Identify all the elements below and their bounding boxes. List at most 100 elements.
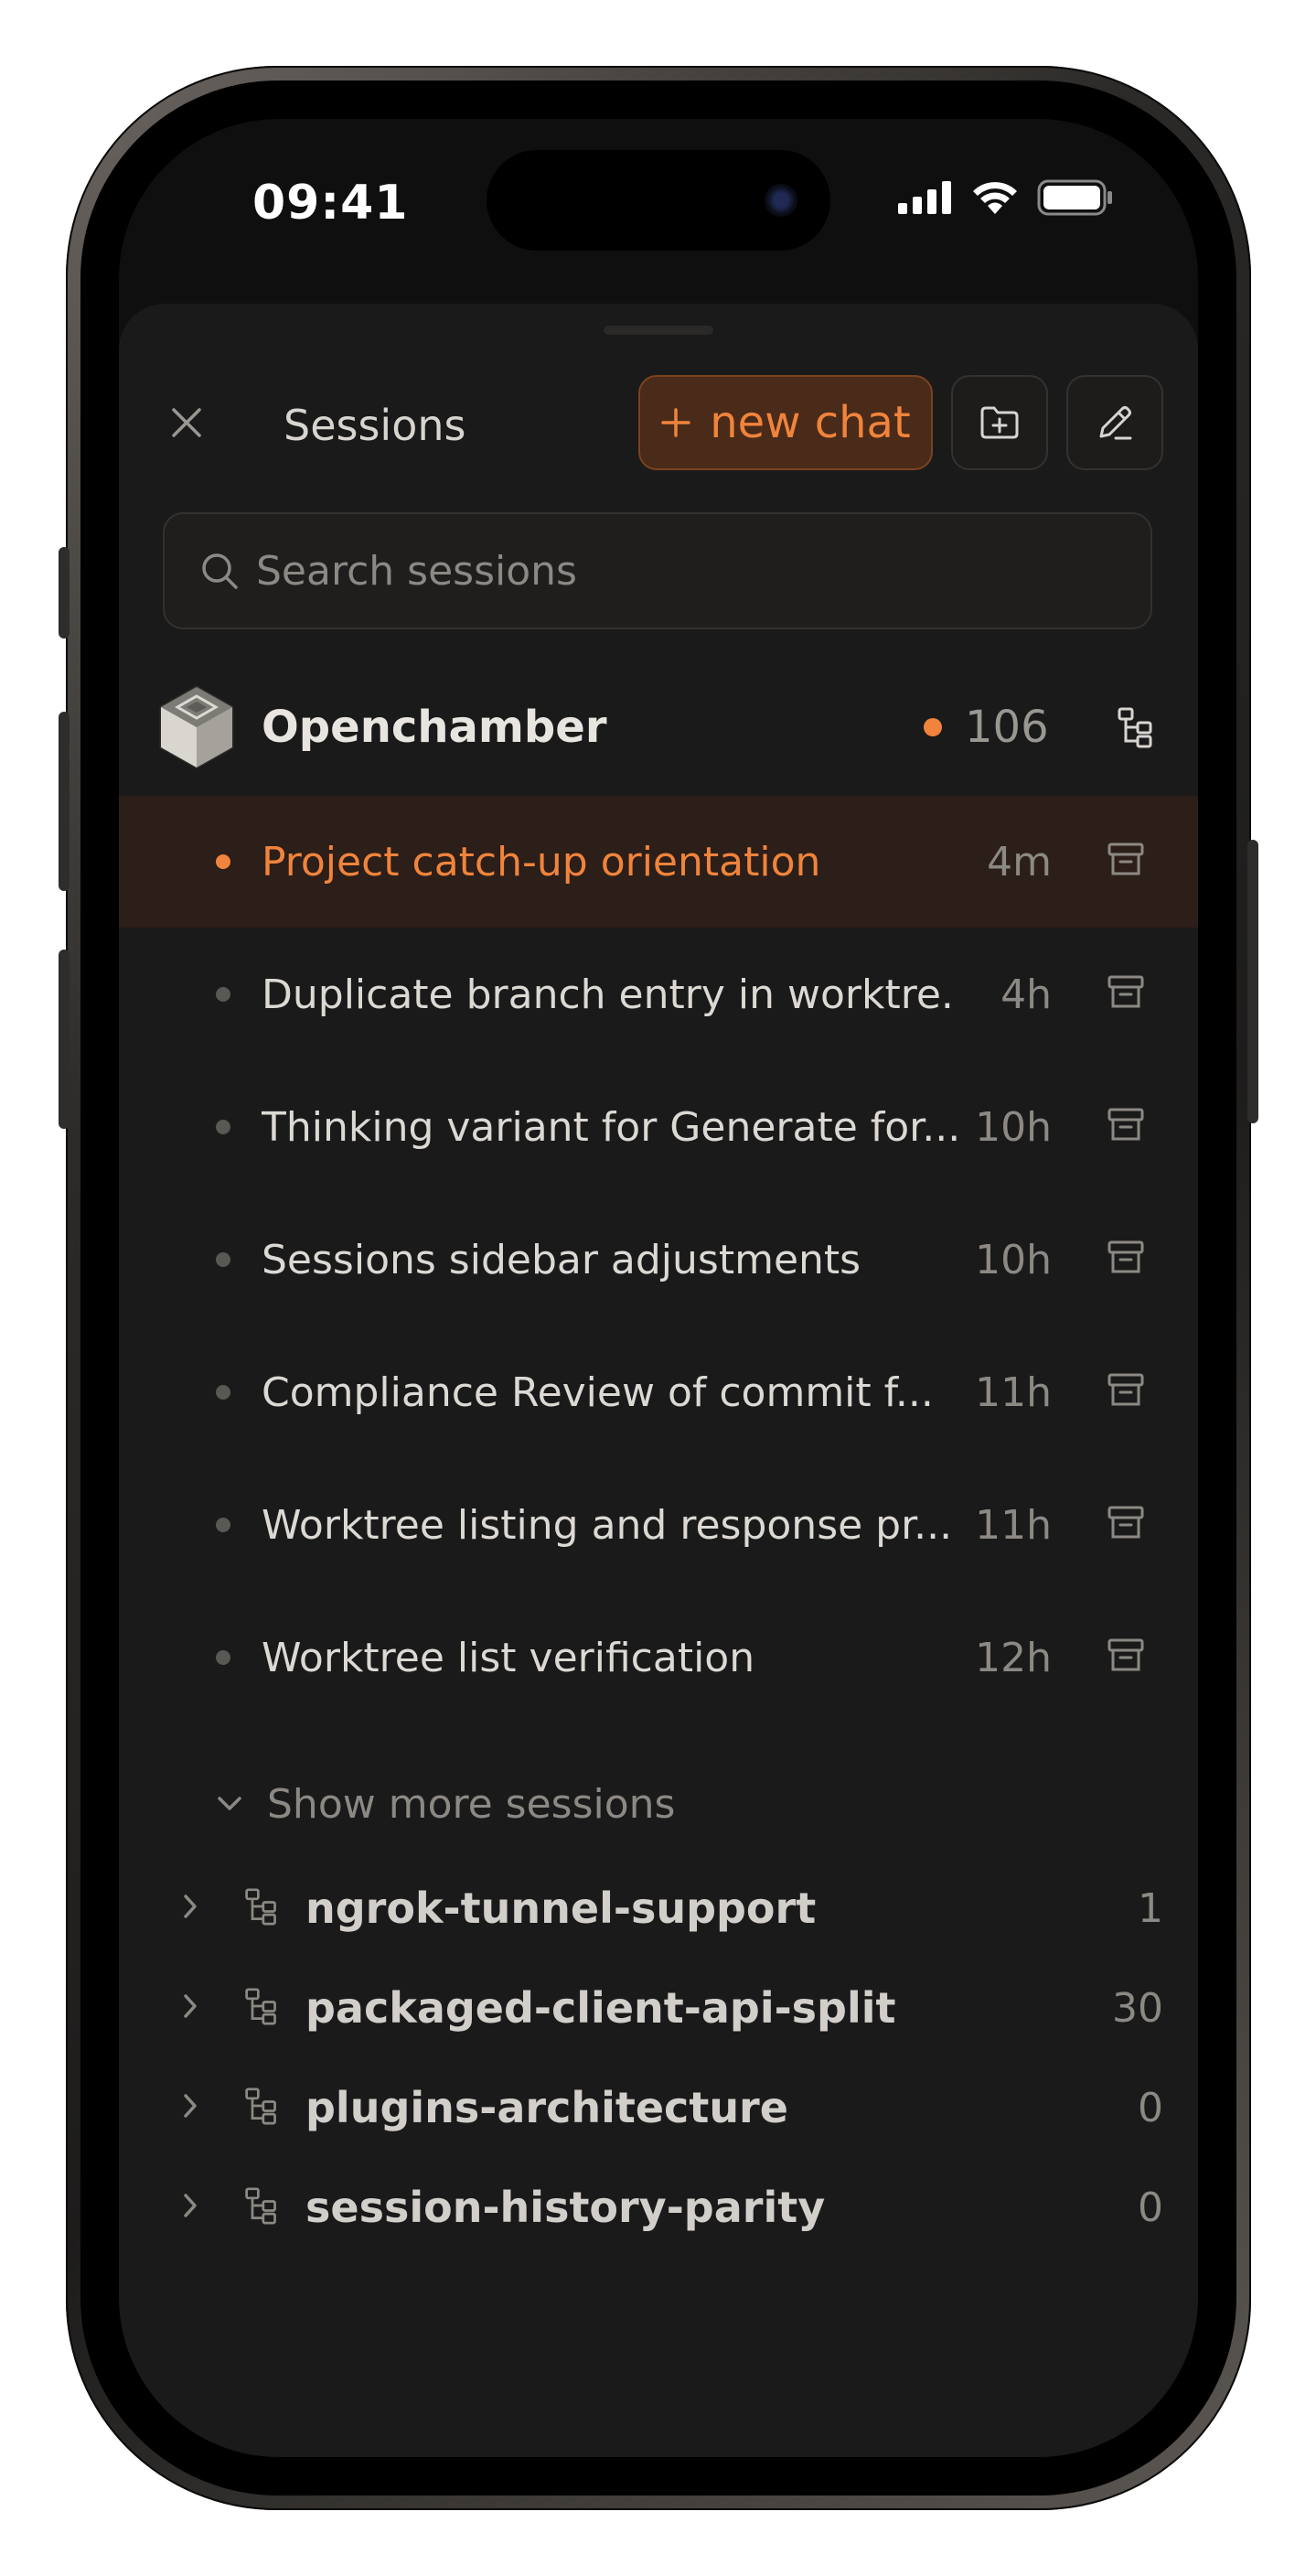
worktree-icon (245, 2187, 276, 2225)
worktree-icon-wrap (243, 1887, 280, 1929)
session-title: Compliance Review of commit f... (262, 1368, 934, 1416)
session-title: Thinking variant for Generate for... (262, 1103, 957, 1151)
session-row[interactable]: Duplicate branch entry in worktre... 4h (119, 928, 1198, 1060)
archive-icon (1107, 1108, 1144, 1141)
worktree-row[interactable]: ngrok-tunnel-support 1 (119, 1859, 1198, 1958)
expand-toggle[interactable] (181, 1893, 199, 1924)
expand-toggle[interactable] (181, 2192, 199, 2223)
session-time: 10h (975, 1236, 1052, 1283)
worktree-icon (245, 1888, 276, 1926)
chevron-right-icon (184, 1894, 197, 1918)
close-icon (172, 408, 201, 437)
session-status-dot (216, 1252, 230, 1267)
plus-icon (661, 408, 690, 437)
session-time: 11h (975, 1368, 1052, 1416)
session-time: 10h (975, 1103, 1052, 1151)
close-button[interactable] (159, 395, 214, 450)
archive-icon (1107, 1240, 1144, 1273)
worktree-icon (245, 1988, 276, 2025)
session-row[interactable]: Project catch-up orientation 4m (119, 796, 1198, 928)
session-time: 4h (1000, 971, 1052, 1018)
worktree-session-count: 30 (1112, 1984, 1163, 2032)
folder-plus-icon (980, 406, 1019, 439)
project-cube-icon (159, 685, 234, 769)
worktree-row[interactable]: plugins-architecture 0 (119, 2058, 1198, 2157)
worktree-session-count: 0 (1138, 2084, 1163, 2131)
session-row[interactable]: Thinking variant for Generate for... 10h (119, 1061, 1198, 1193)
session-row[interactable]: Compliance Review of commit f... 11h (119, 1326, 1198, 1458)
session-time: 12h (975, 1634, 1052, 1681)
session-row[interactable]: Sessions sidebar adjustments 10h (119, 1194, 1198, 1326)
archive-icon (1107, 1506, 1144, 1539)
session-status-dot (216, 854, 230, 869)
show-more-sessions-button[interactable]: Show more sessions (216, 1767, 675, 1841)
show-more-label: Show more sessions (267, 1780, 676, 1828)
session-status-dot (216, 987, 230, 1002)
phone-screen: 09:41 Sessions new chat Search sessions … (119, 119, 1198, 2457)
worktree-name: ngrok-tunnel-support (305, 1884, 817, 1933)
archive-icon (1107, 1638, 1144, 1671)
archive-icon (1107, 1373, 1144, 1406)
new-chat-button[interactable]: new chat (638, 375, 933, 470)
page-title: Sessions (284, 401, 466, 450)
project-header[interactable]: Openchamber 106 (119, 668, 1198, 787)
activity-dot (924, 718, 942, 736)
chevron-right-icon (184, 2194, 197, 2217)
archive-button[interactable] (1107, 974, 1145, 1014)
archive-icon (1107, 843, 1144, 875)
chevron-down-icon (218, 1797, 241, 1810)
session-title: Worktree listing and response pr... (262, 1501, 953, 1549)
archive-button[interactable] (1107, 1637, 1145, 1678)
worktree-row[interactable]: session-history-parity 0 (119, 2158, 1198, 2257)
session-status-dot (216, 1120, 230, 1134)
volume-up-button (59, 712, 70, 891)
project-session-count: 106 (965, 702, 1049, 753)
dynamic-island (487, 150, 830, 251)
pencil-icon (1099, 406, 1132, 440)
wifi-icon (973, 182, 1017, 214)
session-title: Project catch-up orientation (262, 838, 821, 886)
cellular-signal-icon (898, 181, 951, 214)
archive-button[interactable] (1107, 1107, 1145, 1147)
expand-toggle[interactable] (181, 1992, 199, 2023)
worktree-icon[interactable] (1116, 706, 1156, 748)
session-title: Worktree list verification (262, 1634, 755, 1681)
worktree-row[interactable]: packaged-client-api-split 30 (119, 1959, 1198, 2057)
project-name: Openchamber (262, 702, 607, 753)
expand-toggle[interactable] (181, 2092, 199, 2123)
camera-icon (765, 184, 797, 217)
worktree-name: plugins-architecture (305, 2083, 788, 2132)
session-status-dot (216, 1650, 230, 1665)
sessions-sheet: Sessions new chat Search sessions Opench… (119, 304, 1198, 2457)
session-status-dot (216, 1518, 230, 1532)
search-box[interactable] (163, 512, 1152, 629)
worktree-session-count: 0 (1138, 2184, 1163, 2231)
power-button (1247, 840, 1258, 1123)
session-status-dot (216, 1385, 230, 1400)
session-time: 4m (987, 838, 1052, 886)
session-row[interactable]: Worktree list verification 12h (119, 1592, 1198, 1723)
worktree-icon-wrap (243, 2087, 280, 2129)
edit-button[interactable] (1066, 375, 1163, 470)
worktree-icon (245, 2088, 276, 2125)
session-title: Duplicate branch entry in worktre... (262, 971, 957, 1018)
search-input[interactable] (254, 546, 1081, 596)
new-folder-button[interactable] (951, 375, 1048, 470)
archive-button[interactable] (1107, 1505, 1145, 1545)
worktree-name: session-history-parity (305, 2183, 826, 2232)
chevron-right-icon (184, 1994, 197, 2018)
search-icon (202, 553, 238, 589)
archive-button[interactable] (1107, 1372, 1145, 1412)
new-chat-label: new chat (710, 397, 911, 448)
session-title: Sessions sidebar adjustments (262, 1236, 861, 1283)
status-time: 09:41 (252, 176, 409, 231)
archive-button[interactable] (1107, 1240, 1145, 1280)
worktree-name: packaged-client-api-split (305, 1983, 896, 2033)
sheet-grabber[interactable] (604, 326, 713, 335)
action-button (59, 547, 70, 639)
session-time: 11h (975, 1501, 1052, 1549)
archive-button[interactable] (1107, 842, 1145, 882)
battery-icon (1037, 179, 1112, 216)
worktree-session-count: 1 (1138, 1884, 1163, 1932)
session-row[interactable]: Worktree listing and response pr... 11h (119, 1459, 1198, 1591)
